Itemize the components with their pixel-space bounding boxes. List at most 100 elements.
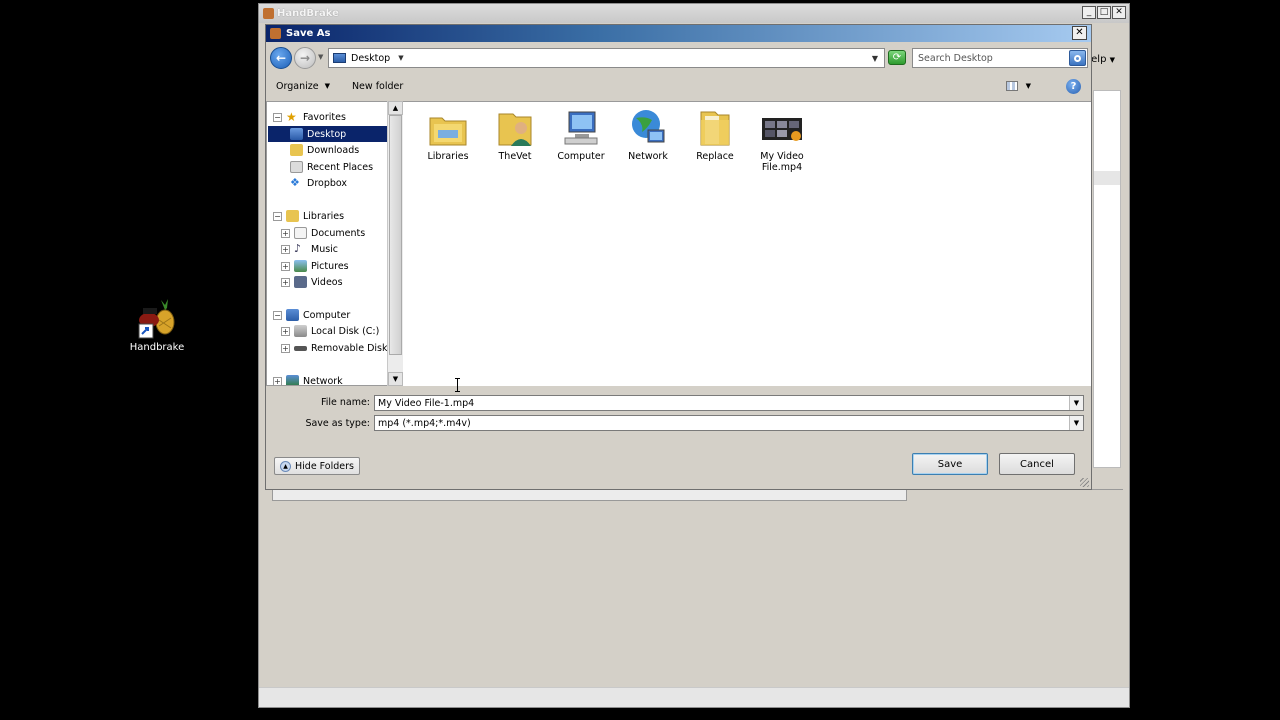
change-view-icon[interactable] xyxy=(1005,81,1018,91)
star-icon: ★ xyxy=(286,110,297,124)
nav-removable-disk[interactable]: + Removable Disk (J: xyxy=(281,340,400,356)
search-input[interactable]: Search Desktop xyxy=(912,48,1088,68)
desktop-icon xyxy=(290,128,303,140)
help-icon[interactable]: ? xyxy=(1066,79,1081,94)
hide-folders-button[interactable]: ▲ Hide Folders xyxy=(274,457,360,475)
nav-dropbox-label: Dropbox xyxy=(307,177,348,189)
computer-icon xyxy=(561,108,601,148)
forward-button[interactable]: → xyxy=(294,47,316,69)
handbrake-side-panel xyxy=(1093,90,1121,468)
nav-recent-places-label: Recent Places xyxy=(307,161,374,173)
nav-music[interactable]: + ♪ Music xyxy=(281,241,338,257)
nav-computer[interactable]: − Computer xyxy=(273,307,350,323)
file-name-label: My Video File.mp4 xyxy=(752,151,812,173)
menu-help-label: elp xyxy=(1091,54,1107,65)
expand-icon[interactable]: + xyxy=(281,261,290,271)
close-button[interactable]: ✕ xyxy=(1112,6,1126,19)
view-options-dropdown-icon[interactable]: ▼ xyxy=(1026,82,1031,90)
nav-videos[interactable]: + Videos xyxy=(281,274,343,290)
save-type-value: mp4 (*.mp4;*.m4v) xyxy=(378,417,471,429)
file-name-label: TheVet xyxy=(498,151,532,162)
navigation-scrollbar[interactable]: ▲ ▼ xyxy=(387,101,403,386)
nav-recent-places[interactable]: Recent Places xyxy=(290,159,373,175)
recent-locations-dropdown[interactable]: ▼ xyxy=(318,53,323,61)
maximize-button[interactable]: □ xyxy=(1097,6,1111,19)
expand-icon[interactable]: + xyxy=(281,277,290,287)
search-icon[interactable] xyxy=(1069,50,1086,66)
expand-icon[interactable]: + xyxy=(281,326,290,336)
expand-icon[interactable]: + xyxy=(281,228,290,238)
nav-pictures[interactable]: + Pictures xyxy=(281,258,349,274)
scroll-down-icon[interactable]: ▼ xyxy=(388,372,403,386)
nav-pictures-label: Pictures xyxy=(311,260,349,272)
address-bar[interactable]: Desktop ▼ ▼ xyxy=(328,48,885,68)
navigation-pane: − ★ Favorites Desktop Downloads Recent P… xyxy=(266,101,403,386)
organize-menu[interactable]: Organize ▼ xyxy=(276,81,330,92)
nav-downloads-label: Downloads xyxy=(307,144,360,156)
refresh-button[interactable]: ⟳ xyxy=(888,50,906,65)
computer-icon xyxy=(286,309,299,321)
menu-help[interactable]: elp ▼ xyxy=(1091,54,1115,65)
nav-downloads[interactable]: Downloads xyxy=(290,142,359,158)
chevron-down-icon[interactable]: ▼ xyxy=(1069,416,1083,430)
address-separator-icon[interactable]: ▼ xyxy=(398,54,403,62)
desktop-icon-handbrake[interactable]: Handbrake xyxy=(128,296,186,353)
cancel-button[interactable]: Cancel xyxy=(999,453,1075,475)
pictures-icon xyxy=(294,260,307,272)
file-item-thevet[interactable]: TheVet xyxy=(485,108,545,162)
libraries-icon xyxy=(286,210,299,222)
minimize-button[interactable]: _ xyxy=(1082,6,1096,19)
videos-icon xyxy=(294,276,307,288)
nav-network-label: Network xyxy=(303,375,343,386)
nav-dropbox[interactable]: ❖ Dropbox xyxy=(290,175,347,191)
recent-places-icon xyxy=(290,161,303,173)
nav-local-disk[interactable]: + Local Disk (C:) xyxy=(281,323,379,339)
save-button-label: Save xyxy=(937,458,963,470)
file-name-field[interactable]: My Video File-1.mp4 ▼ xyxy=(374,395,1084,411)
expand-icon[interactable]: + xyxy=(273,376,282,385)
new-folder-button[interactable]: New folder xyxy=(352,81,403,92)
expand-icon[interactable]: + xyxy=(281,343,290,353)
scroll-up-icon[interactable]: ▲ xyxy=(388,101,403,115)
save-type-field-label: Save as type: xyxy=(305,418,370,429)
save-button[interactable]: Save xyxy=(912,453,988,475)
hard-drive-icon xyxy=(294,325,307,337)
user-folder-icon xyxy=(495,108,535,148)
nav-favorites[interactable]: − ★ Favorites xyxy=(273,109,346,125)
file-item-my-video-file[interactable]: My Video File.mp4 xyxy=(752,108,812,173)
collapse-icon[interactable]: − xyxy=(273,112,282,122)
video-file-icon xyxy=(762,108,802,148)
chevron-down-icon[interactable]: ▼ xyxy=(1069,396,1083,410)
nav-documents[interactable]: + Documents xyxy=(281,225,365,241)
handbrake-progress-bar xyxy=(272,489,907,501)
address-dropdown-icon[interactable]: ▼ xyxy=(872,54,878,63)
desktop-location-icon xyxy=(333,53,346,63)
folder-icon xyxy=(695,108,735,148)
nav-desktop[interactable]: Desktop xyxy=(268,126,388,142)
expand-icon[interactable]: + xyxy=(281,244,290,254)
nav-local-disk-label: Local Disk (C:) xyxy=(311,325,380,337)
documents-icon xyxy=(294,227,307,239)
dialog-close-button[interactable]: ✕ xyxy=(1072,26,1087,40)
scroll-thumb[interactable] xyxy=(389,115,402,355)
nav-documents-label: Documents xyxy=(311,227,366,239)
handbrake-icon xyxy=(135,296,179,340)
file-item-network[interactable]: Network xyxy=(618,108,678,162)
collapse-icon[interactable]: − xyxy=(273,211,282,221)
dialog-app-icon xyxy=(270,28,281,39)
dropbox-icon: ❖ xyxy=(290,176,300,189)
removable-disk-icon xyxy=(294,345,307,351)
desktop-icon-label: Handbrake xyxy=(129,342,185,353)
back-button[interactable]: ← xyxy=(270,47,292,69)
file-list-area[interactable]: Libraries TheVet Computer Network Replac… xyxy=(403,101,1091,386)
resize-grip[interactable] xyxy=(1080,478,1089,487)
collapse-icon[interactable]: − xyxy=(273,310,282,320)
nav-network[interactable]: + Network xyxy=(273,373,343,386)
nav-libraries[interactable]: − Libraries xyxy=(273,208,344,224)
file-item-computer[interactable]: Computer xyxy=(551,108,611,162)
file-name-label: Computer xyxy=(557,151,605,162)
file-item-libraries[interactable]: Libraries xyxy=(418,108,478,162)
file-item-replace[interactable]: Replace xyxy=(685,108,745,162)
save-as-type-select[interactable]: mp4 (*.mp4;*.m4v) ▼ xyxy=(374,415,1084,431)
nav-computer-label: Computer xyxy=(303,309,351,321)
